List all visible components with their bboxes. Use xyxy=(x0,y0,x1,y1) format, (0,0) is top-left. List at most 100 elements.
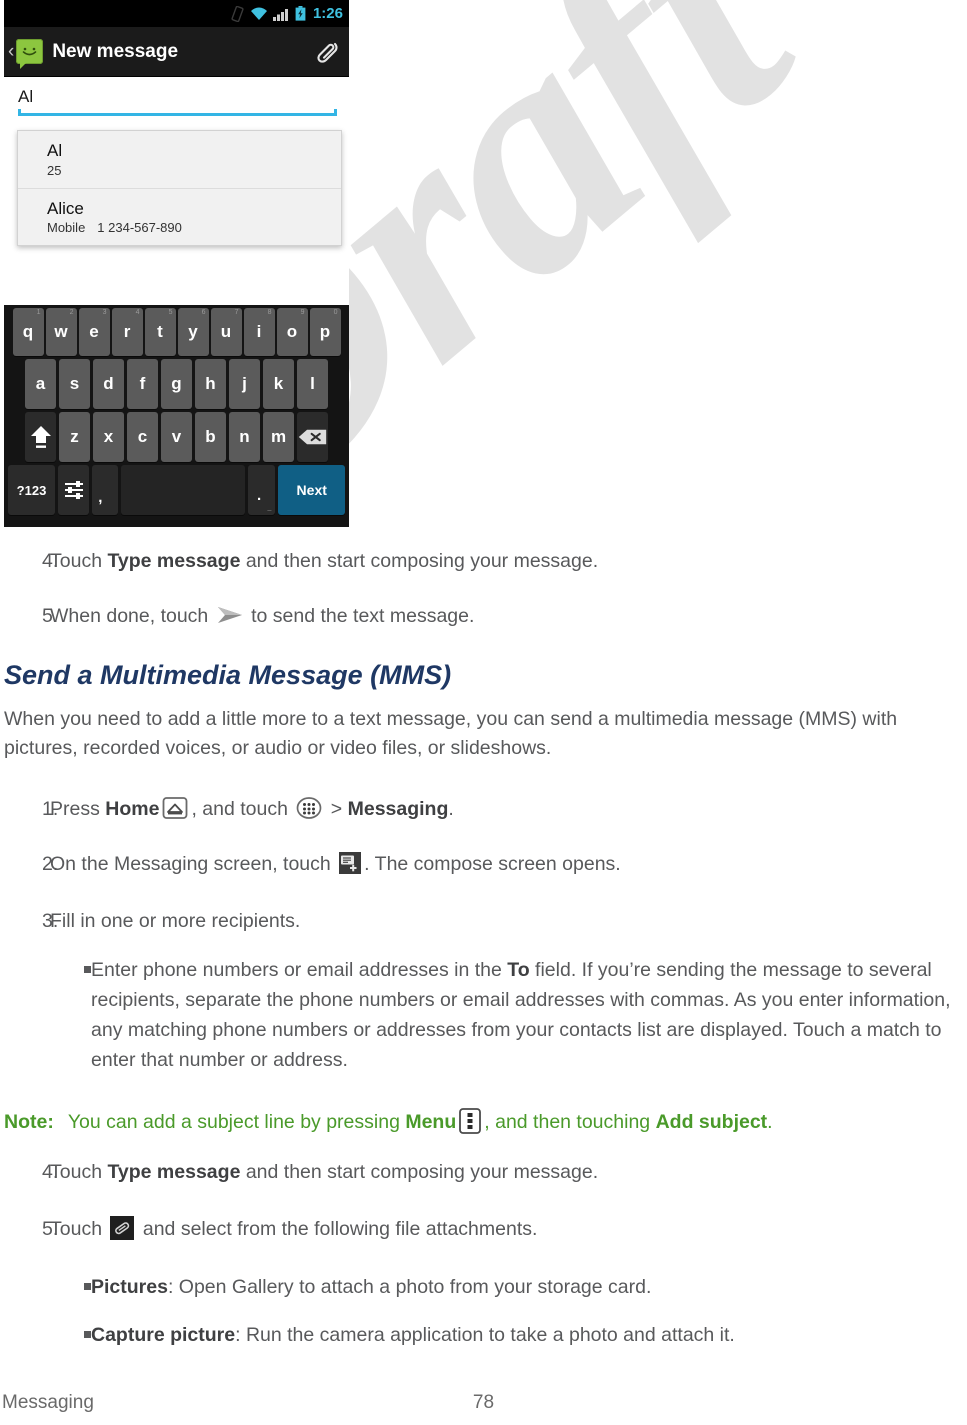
apps-grid-icon xyxy=(297,797,322,819)
key-w[interactable]: 2w xyxy=(45,308,77,356)
shift-key[interactable] xyxy=(25,412,56,462)
step-text-pre: Touch xyxy=(50,1161,108,1183)
step-number: 1. xyxy=(42,798,59,820)
key-h[interactable]: h xyxy=(195,359,226,409)
bullet-text-bold: To xyxy=(507,959,530,981)
bullet-text: Pictures: Open Gallery to attach a photo… xyxy=(91,1272,967,1302)
note-text-bold: Menu xyxy=(405,1111,457,1133)
key-z[interactable]: z xyxy=(59,412,90,462)
status-bar-time: 1:26 xyxy=(312,5,343,22)
bullet-text: Capture picture: Run the camera applicat… xyxy=(91,1320,967,1350)
home-icon xyxy=(163,797,188,819)
bullet-text-bold: Pictures xyxy=(91,1276,168,1298)
step-text: Fill in one or more recipients. xyxy=(50,910,301,932)
list-item[interactable]: Al 25 xyxy=(18,131,341,188)
bullet-marker xyxy=(0,955,91,1075)
step-text: Touch and select from the following file… xyxy=(50,1215,944,1243)
key-y[interactable]: 6y xyxy=(177,308,209,356)
step-number: 4. xyxy=(42,1161,59,1183)
key-f[interactable]: f xyxy=(127,359,158,409)
recipient-field-underline xyxy=(18,109,337,116)
key-hint: 0 xyxy=(333,309,338,316)
period-key[interactable]: . _ xyxy=(248,465,276,515)
vibrate-icon xyxy=(231,5,244,22)
delete-key[interactable] xyxy=(297,412,328,462)
list-item[interactable]: Alice Mobile 1 234-567-890 xyxy=(18,187,341,246)
key-hint: 9 xyxy=(300,309,305,316)
recipient-field[interactable]: Al xyxy=(12,77,341,120)
key-i[interactable]: 8i xyxy=(243,308,275,356)
key-hint: 6 xyxy=(201,309,206,316)
bullet-marker xyxy=(0,1272,91,1302)
key-k[interactable]: k xyxy=(263,359,294,409)
key-u[interactable]: 7u xyxy=(210,308,242,356)
key-r[interactable]: 4r xyxy=(111,308,143,356)
key-x[interactable]: x xyxy=(93,412,124,462)
key-q[interactable]: 1q xyxy=(12,308,44,356)
key-a[interactable]: a xyxy=(25,359,56,409)
status-bar: 1:26 xyxy=(4,0,349,27)
key-t[interactable]: 5t xyxy=(144,308,176,356)
bullet-text-post: : Open Gallery to attach a photo from yo… xyxy=(167,1276,652,1298)
key-label: w xyxy=(54,322,68,341)
key-d[interactable]: d xyxy=(93,359,124,409)
step-3: 3. Fill in one or more recipients. xyxy=(4,907,944,935)
suggestion-label: Mobile xyxy=(47,220,86,236)
key-hint: 8 xyxy=(267,309,272,316)
input-settings-key[interactable] xyxy=(57,465,90,515)
key-v[interactable]: v xyxy=(161,412,192,462)
symbols-key[interactable]: ?123 xyxy=(8,465,55,515)
space-key[interactable] xyxy=(120,465,246,515)
note-text-post: . xyxy=(767,1111,773,1133)
key-label: o xyxy=(286,322,298,341)
menu-overflow-icon xyxy=(459,1108,482,1134)
key-s[interactable]: s xyxy=(59,359,90,409)
paperclip-icon[interactable] xyxy=(315,38,341,66)
key-e[interactable]: 3e xyxy=(78,308,110,356)
step-text-pre: On the Messaging screen, touch xyxy=(50,853,337,875)
step-number: 3. xyxy=(42,910,59,932)
key-g[interactable]: g xyxy=(161,359,192,409)
step-text-bold: Type message xyxy=(107,1161,241,1183)
key-label: i xyxy=(256,322,262,341)
key-label: u xyxy=(220,322,232,341)
step-4-first: 4. Touch Type message and then start com… xyxy=(4,547,944,575)
battery-charging-icon xyxy=(295,6,306,21)
key-hint: 4 xyxy=(135,309,140,316)
key-hint: 3 xyxy=(102,309,107,316)
key-label: e xyxy=(89,322,99,341)
period-glyph: . xyxy=(257,487,262,504)
key-l[interactable]: l xyxy=(297,359,328,409)
note-text-mid: , and then touching xyxy=(484,1111,656,1133)
keyboard-row-4: ?123 , . _ Next xyxy=(6,465,347,515)
contact-suggestion-list: Al 25 Alice Mobile 1 234-567-890 xyxy=(17,130,342,247)
keyboard-row-3: z x c v b n m xyxy=(6,412,347,462)
key-j[interactable]: j xyxy=(229,359,260,409)
step-text-pre: Touch xyxy=(50,550,108,572)
keyboard-row-2: a s d f g h j k l xyxy=(6,359,347,409)
key-hint: 1 xyxy=(36,309,41,316)
key-label: q xyxy=(22,322,34,341)
step-text: Press Home , and touch > Messaging. xyxy=(50,795,944,823)
step-text-bold: Messaging xyxy=(347,798,449,820)
key-hint: 2 xyxy=(69,309,74,316)
key-c[interactable]: c xyxy=(127,412,158,462)
key-b[interactable]: b xyxy=(195,412,226,462)
next-key[interactable]: Next xyxy=(278,465,345,515)
key-hint: 5 xyxy=(168,309,173,316)
key-m[interactable]: m xyxy=(263,412,294,462)
recipient-input-value[interactable]: Al xyxy=(18,87,337,107)
step-text-post: and select from the following file attac… xyxy=(137,1218,538,1240)
suggestion-name: Al xyxy=(47,141,63,160)
comma-key[interactable]: , xyxy=(92,465,118,515)
key-n[interactable]: n xyxy=(229,412,260,462)
bullet-text-post: : Run the camera application to take a p… xyxy=(235,1324,735,1346)
comma-glyph: , xyxy=(98,489,103,506)
key-p[interactable]: 0p xyxy=(309,308,341,356)
step-number: 4. xyxy=(42,550,59,572)
key-o[interactable]: 9o xyxy=(276,308,308,356)
back-chevron-icon[interactable]: ‹ xyxy=(8,42,14,61)
note-label: Note: xyxy=(4,1111,54,1133)
step-text: When done, touch to send the text messag… xyxy=(50,602,944,630)
step-5-first: 5. When done, touch to send the text mes… xyxy=(4,602,944,630)
